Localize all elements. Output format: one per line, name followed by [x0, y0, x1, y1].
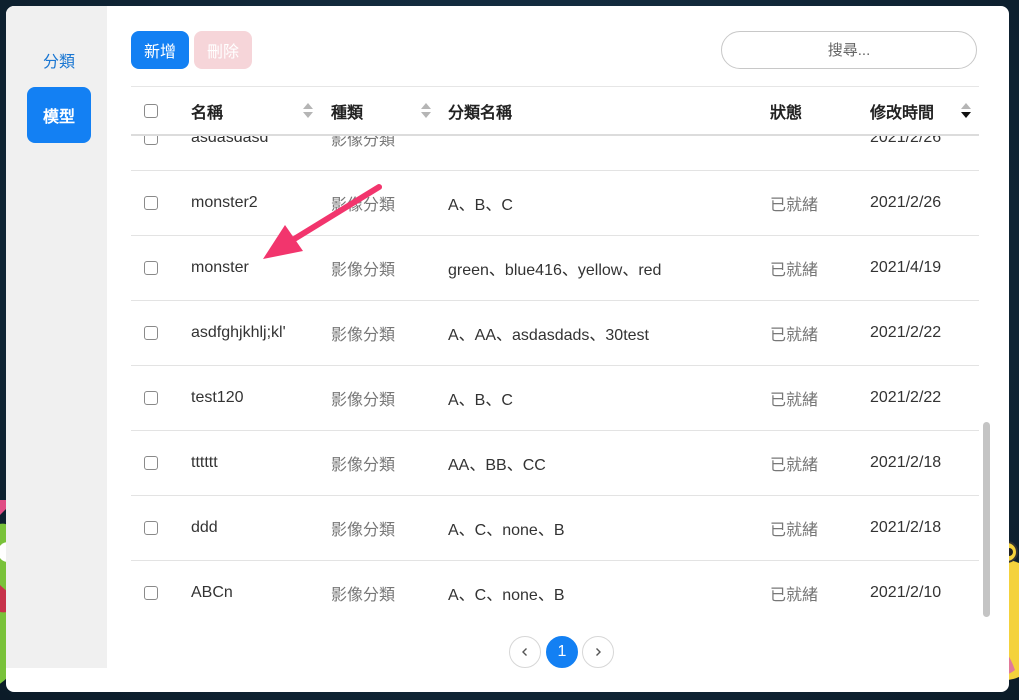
sidebar-item-label: 分類 [42, 54, 75, 71]
annotation-arrow-icon [263, 184, 382, 259]
row-name: ABCn [191, 584, 233, 601]
row-checkbox[interactable] [144, 586, 158, 600]
add-button[interactable]: 新增 [131, 31, 189, 69]
row-categories: A、AA、asdasdads、30test [448, 327, 649, 344]
next-page-button[interactable] [582, 636, 614, 668]
table-row[interactable]: ABCn 影像分類 A、C、none、B 已就緒 2021/2/10 [131, 561, 979, 617]
row-name: asdasdasd [191, 136, 269, 146]
sidebar-item-models[interactable]: 模型 [27, 87, 91, 143]
row-checkbox[interactable] [144, 196, 158, 210]
sort-modified-icon[interactable] [961, 103, 971, 119]
row-name: test120 [191, 389, 244, 406]
row-type: 影像分類 [331, 587, 396, 604]
sort-name-icon[interactable] [303, 103, 313, 119]
table-row[interactable]: asdasdasd 影像分類 2021/2/26 [131, 136, 979, 171]
row-type: 影像分類 [331, 522, 396, 539]
table-row[interactable]: ddd 影像分類 A、C、none、B 已就緒 2021/2/18 [131, 496, 979, 561]
row-status: 已就緒 [770, 197, 819, 214]
column-header-categories: 分類名稱 [448, 87, 512, 135]
row-categories: AA、BB、CC [448, 457, 546, 474]
row-status: 已就緒 [770, 262, 819, 279]
column-header-label: 狀態 [770, 105, 803, 122]
row-modified: 2021/4/19 [870, 259, 942, 276]
search-input[interactable] [721, 31, 977, 69]
row-type: 影像分類 [331, 392, 396, 409]
row-type: 影像分類 [331, 136, 396, 149]
row-categories: green、blue416、yellow、red [448, 262, 662, 279]
row-checkbox[interactable] [144, 261, 158, 275]
prev-page-button[interactable] [509, 636, 541, 668]
row-checkbox[interactable] [144, 136, 158, 145]
row-categories: A、C、none、B [448, 522, 565, 539]
table-row[interactable]: asdfghjkhlj;kl' 影像分類 A、AA、asdasdads、30te… [131, 301, 979, 366]
row-name: tttttt [191, 454, 218, 471]
delete-button[interactable]: 刪除 [194, 31, 252, 69]
row-modified: 2021/2/26 [870, 136, 942, 146]
row-checkbox[interactable] [144, 456, 158, 470]
table-header: 名稱 種類 分類名稱 狀態 修改時間 [131, 86, 979, 136]
row-name: monster [191, 259, 249, 276]
row-categories: A、C、none、B [448, 587, 565, 604]
chevron-right-icon [596, 648, 601, 656]
column-header-status: 狀態 [770, 87, 802, 135]
column-header-label: 分類名稱 [448, 105, 513, 122]
row-name: monster2 [191, 194, 258, 211]
sidebar-item-label: 模型 [42, 109, 75, 126]
row-modified: 2021/2/22 [870, 389, 942, 406]
column-header-label: 名稱 [191, 105, 224, 122]
row-categories: A、B、C [448, 197, 513, 214]
row-modified: 2021/2/26 [870, 194, 942, 211]
table-row[interactable]: tttttt 影像分類 AA、BB、CC 已就緒 2021/2/18 [131, 431, 979, 496]
row-type: 影像分類 [331, 457, 396, 474]
row-categories: A、B、C [448, 392, 513, 409]
column-header-name[interactable]: 名稱 [191, 87, 223, 135]
row-status: 已就緒 [770, 327, 819, 344]
page-button-current[interactable]: 1 [546, 636, 578, 668]
page-number: 1 [557, 643, 567, 660]
row-status: 已就緒 [770, 457, 819, 474]
row-checkbox[interactable] [144, 326, 158, 340]
row-modified: 2021/2/10 [870, 584, 942, 601]
row-status: 已就緒 [770, 522, 819, 539]
scrollbar-thumb[interactable] [983, 422, 990, 617]
sidebar-item-categories[interactable]: 分類 [27, 32, 91, 88]
chevron-left-icon [522, 648, 527, 656]
column-header-modified[interactable]: 修改時間 [870, 87, 934, 135]
column-header-label: 修改時間 [870, 105, 935, 122]
main-card: 分類 模型 新增 刪除 名稱 種類 分類名稱 狀態 修改時間 as [6, 6, 1009, 692]
sidebar: 分類 模型 [6, 6, 107, 668]
column-header-label: 種類 [331, 105, 364, 122]
row-type: 影像分類 [331, 327, 396, 344]
row-checkbox[interactable] [144, 521, 158, 535]
row-modified: 2021/2/18 [870, 519, 942, 536]
select-all-checkbox[interactable] [144, 104, 158, 118]
row-checkbox[interactable] [144, 391, 158, 405]
row-status: 已就緒 [770, 587, 819, 604]
row-modified: 2021/2/22 [870, 324, 942, 341]
table-row[interactable]: test120 影像分類 A、B、C 已就緒 2021/2/22 [131, 366, 979, 431]
table-scrollbar[interactable] [983, 86, 991, 617]
row-name: asdfghjkhlj;kl' [191, 324, 286, 341]
row-name: ddd [191, 519, 218, 536]
sort-type-icon[interactable] [421, 103, 431, 119]
row-modified: 2021/2/18 [870, 454, 942, 471]
column-header-type[interactable]: 種類 [331, 87, 363, 135]
row-status: 已就緒 [770, 392, 819, 409]
